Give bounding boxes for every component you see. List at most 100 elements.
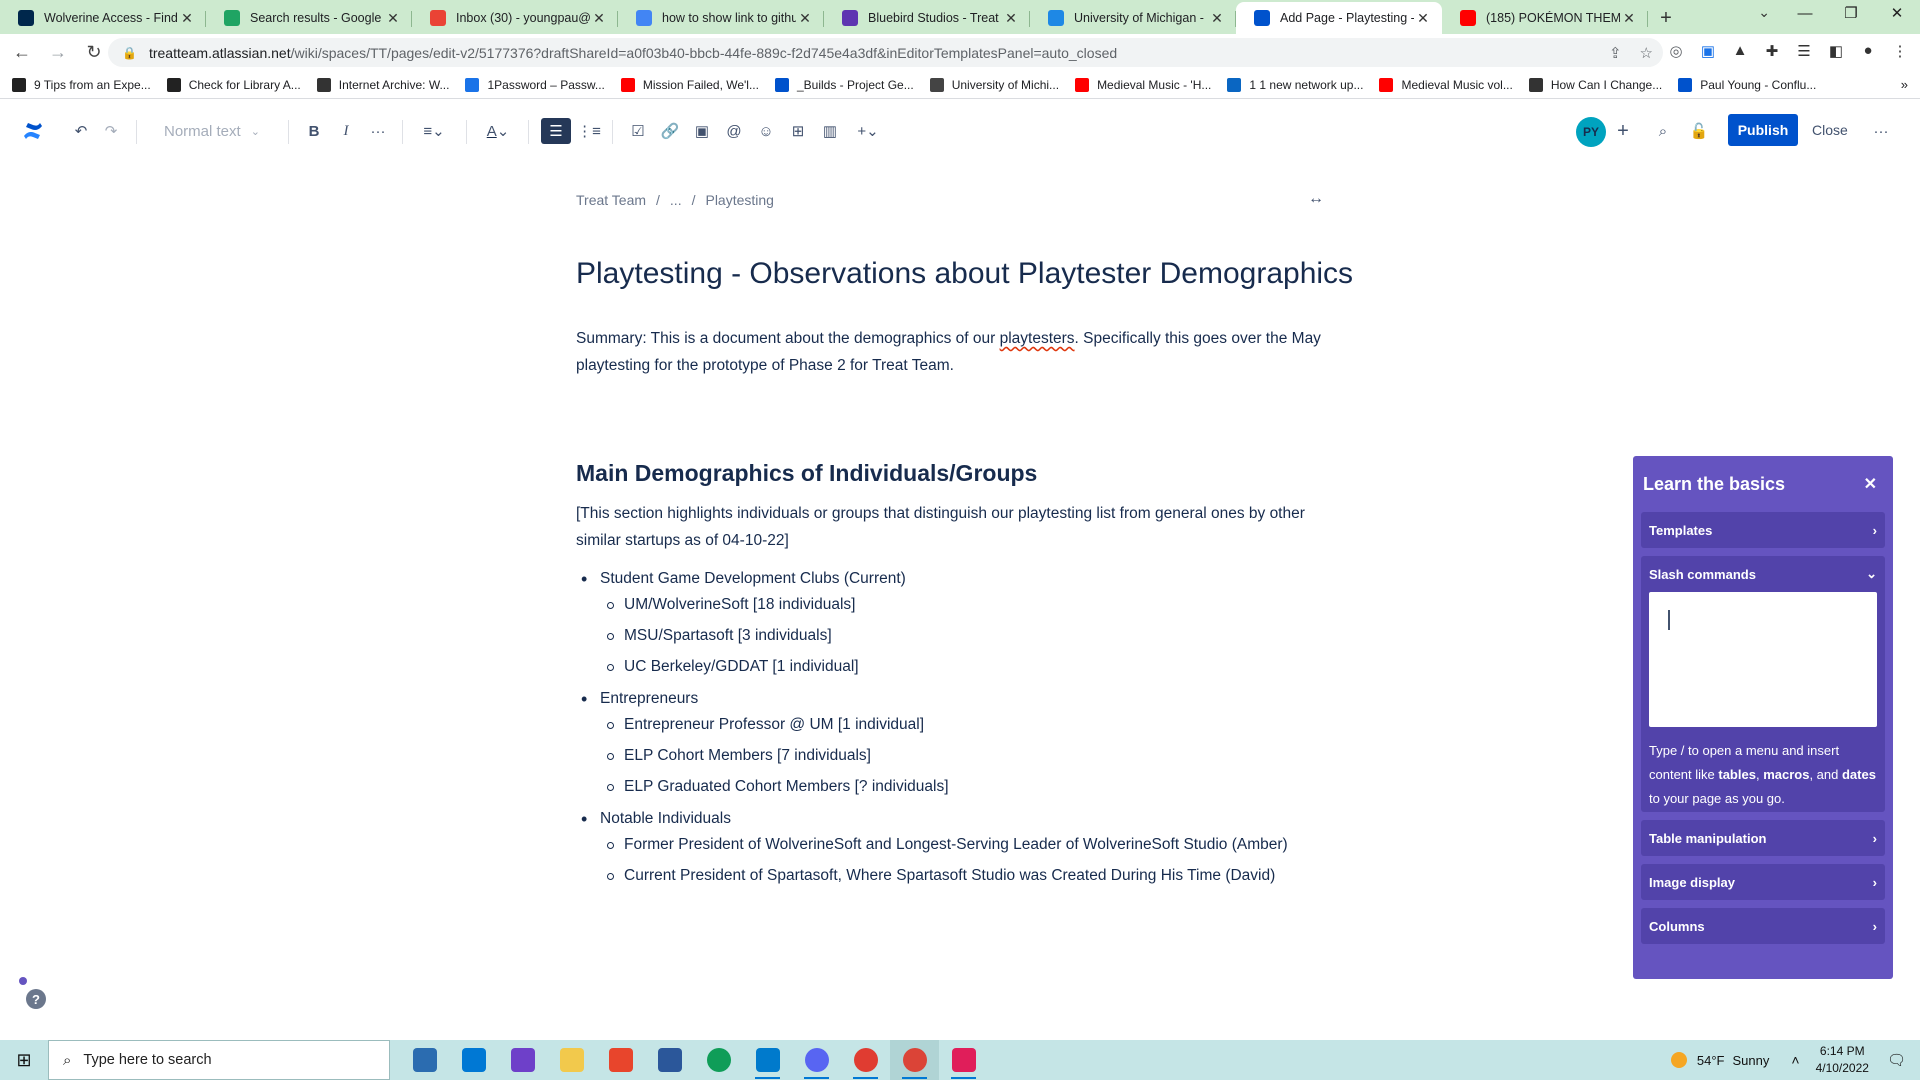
learn-card-table-manipulation[interactable]: Table manipulation ›	[1641, 820, 1885, 856]
task-view-app[interactable]	[400, 1040, 449, 1080]
close-tab-icon[interactable]: ✕	[1414, 10, 1432, 27]
bookmark-item[interactable]: University of Michi...	[929, 77, 1059, 92]
sub-list-item[interactable]: MSU/Spartasoft [3 individuals]	[576, 620, 1336, 651]
browser-tab[interactable]: Search results - Google Dr ✕	[206, 2, 412, 34]
weather-temp[interactable]: 54°F	[1697, 1053, 1725, 1068]
more-actions-icon[interactable]: ···	[1870, 118, 1892, 144]
section-intro[interactable]: [This section highlights individuals or …	[576, 500, 1336, 554]
extension-2-icon[interactable]: ▣	[1692, 42, 1724, 60]
bookmark-item[interactable]: Internet Archive: W...	[316, 77, 449, 92]
sub-list-item[interactable]: UM/WolverineSoft [18 individuals]	[576, 589, 1336, 620]
back-arrow-icon[interactable]: ←	[8, 42, 36, 63]
text-style-dropdown[interactable]: Normal text ⌄	[164, 118, 264, 144]
close-tab-icon[interactable]: ✕	[796, 10, 814, 27]
bookmark-item[interactable]: Medieval Music vol...	[1379, 77, 1513, 92]
invite-plus-icon[interactable]: +	[1612, 118, 1634, 144]
summary-paragraph[interactable]: Summary: This is a document about the de…	[576, 325, 1336, 379]
close-tab-icon[interactable]: ✕	[1208, 10, 1226, 27]
bookmark-item[interactable]: Mission Failed, We'l...	[620, 77, 759, 92]
bookmarks-overflow-button[interactable]: »	[1901, 77, 1908, 92]
table-icon[interactable]: ⊞	[788, 118, 808, 144]
new-tab-button[interactable]: +	[1648, 2, 1684, 34]
discord-app[interactable]	[792, 1040, 841, 1080]
mention-icon[interactable]: @	[724, 118, 744, 144]
close-tab-icon[interactable]: ✕	[1002, 10, 1020, 27]
text-color-dropdown[interactable]: A ⌄	[482, 118, 514, 144]
tab-search-icon[interactable]: ⌄	[1758, 4, 1770, 21]
browser-tab[interactable]: Bluebird Studios - Treat Te ✕	[824, 2, 1030, 34]
mail-app[interactable]	[449, 1040, 498, 1080]
chrome-app[interactable]	[890, 1040, 939, 1080]
bookmark-item[interactable]: Medieval Music - 'H...	[1075, 77, 1211, 92]
minimize-button[interactable]: —	[1782, 0, 1828, 30]
browser-tab[interactable]: (185) POKÉMON THEM ✕	[1442, 2, 1648, 34]
sub-list-item[interactable]: ELP Cohort Members [7 individuals]	[576, 740, 1336, 771]
vscode-app[interactable]	[743, 1040, 792, 1080]
share-icon[interactable]: ⇪	[1609, 44, 1622, 62]
extension-3-icon[interactable]: ▲	[1724, 42, 1756, 60]
chrome-menu-icon[interactable]: ⋮	[1884, 42, 1916, 60]
layouts-icon[interactable]: ▥	[820, 118, 840, 144]
more-formatting-button[interactable]: ···	[368, 118, 388, 144]
taskbar-search-input[interactable]: ⌕ Type here to search	[48, 1040, 390, 1080]
learn-card-image-display[interactable]: Image display ›	[1641, 864, 1885, 900]
breadcrumb-space[interactable]: Treat Team	[576, 192, 646, 208]
restrictions-lock-icon[interactable]: 🔓	[1688, 118, 1710, 144]
close-tab-icon[interactable]: ✕	[590, 10, 608, 27]
weather-sun-icon[interactable]	[1670, 1052, 1687, 1068]
sub-list-item[interactable]: ELP Graduated Cohort Members [? individu…	[576, 771, 1336, 802]
publish-button[interactable]: Publish	[1728, 114, 1798, 146]
numbered-list-button[interactable]: ⋮≡	[577, 118, 601, 144]
learn-card-slash-commands[interactable]: Slash commands ⌄ Type / to open a menu an…	[1641, 556, 1885, 812]
puzzle-extensions-icon[interactable]: ✚	[1756, 42, 1788, 60]
learn-card-columns[interactable]: Columns ›	[1641, 908, 1885, 944]
bookmark-item[interactable]: Paul Young - Conflu...	[1678, 77, 1816, 92]
full-width-toggle-icon[interactable]: ↔	[1308, 190, 1324, 208]
bookmark-item[interactable]: _Builds - Project Ge...	[774, 77, 914, 92]
forward-arrow-icon[interactable]: →	[44, 42, 72, 63]
url-input[interactable]: 🔒 treatteam.atlassian.net /wiki/spaces/T…	[108, 38, 1663, 67]
extension-1-icon[interactable]: ◎	[1660, 42, 1692, 60]
close-tab-icon[interactable]: ✕	[1620, 10, 1638, 27]
office-app[interactable]	[596, 1040, 645, 1080]
learn-card-templates[interactable]: Templates ›	[1641, 512, 1885, 548]
notification-center-icon[interactable]: 🗨	[1887, 1051, 1906, 1069]
file-explorer-app[interactable]	[547, 1040, 596, 1080]
close-window-button[interactable]: ✕	[1874, 0, 1920, 30]
bookmark-item[interactable]: 9 Tips from an Expe...	[12, 77, 151, 92]
find-replace-icon[interactable]: ⌕	[1652, 118, 1674, 144]
bullet-list-button[interactable]: ☰	[541, 118, 571, 144]
bookmark-item[interactable]: Check for Library A...	[166, 77, 301, 92]
bookmark-item[interactable]: 1Password – Passw...	[465, 77, 605, 92]
tray-overflow-chevron-icon[interactable]: ˄	[1791, 1052, 1799, 1068]
weather-desc[interactable]: Sunny	[1733, 1053, 1770, 1068]
close-icon[interactable]: ✕	[1864, 474, 1877, 494]
word-app[interactable]	[645, 1040, 694, 1080]
close-tab-icon[interactable]: ✕	[384, 10, 402, 27]
profile-avatar-icon[interactable]: ●	[1852, 42, 1884, 60]
help-icon[interactable]: ?	[26, 989, 46, 1009]
demographics-bullet-list[interactable]: Student Game Development Clubs (Current)…	[576, 565, 1336, 894]
taskbar-clock[interactable]: 6:14 PM 4/10/2022	[1816, 1043, 1869, 1077]
browser-tab[interactable]: University of Michigan - C ✕	[1030, 2, 1236, 34]
recorder-app[interactable]	[841, 1040, 890, 1080]
bookmark-item[interactable]: How Can I Change...	[1528, 77, 1662, 92]
breadcrumb-parent-page[interactable]: Playtesting	[705, 192, 773, 208]
italic-button[interactable]: I	[336, 118, 356, 144]
bookmark-star-icon[interactable]: ☆	[1640, 44, 1653, 62]
restore-button[interactable]: ❐	[1828, 0, 1874, 30]
browser-tab[interactable]: how to show link to github ✕	[618, 2, 824, 34]
slack-app[interactable]	[939, 1040, 988, 1080]
breadcrumb-ellipsis[interactable]: ...	[670, 192, 682, 208]
github-desktop-app[interactable]	[498, 1040, 547, 1080]
sub-list-item[interactable]: Entrepreneur Professor @ UM [1 individua…	[576, 709, 1336, 740]
windows-start-icon[interactable]: ⊞	[0, 1050, 48, 1071]
section-heading[interactable]: Main Demographics of Individuals/Groups	[576, 460, 1037, 487]
browser-tab[interactable]: Add Page - Playtesting - C ✕	[1236, 2, 1442, 34]
edge-app[interactable]	[694, 1040, 743, 1080]
browser-tab[interactable]: Wolverine Access - Find & ✕	[0, 2, 206, 34]
sub-list-item[interactable]: Former President of WolverineSoft and Lo…	[576, 829, 1336, 860]
bold-button[interactable]: B	[304, 118, 324, 144]
bookmark-item[interactable]: 1 1 new network up...	[1227, 77, 1363, 92]
sub-list-item[interactable]: Current President of Spartasoft, Where S…	[576, 860, 1336, 891]
